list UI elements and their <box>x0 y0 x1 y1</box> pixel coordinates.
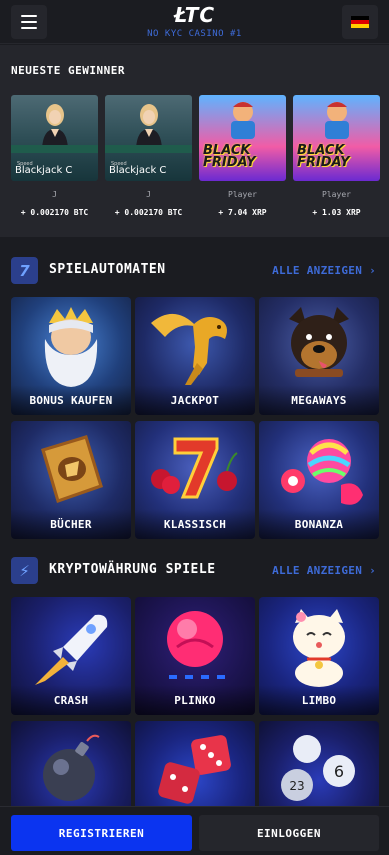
svg-text:23: 23 <box>289 779 304 793</box>
winner-game-thumbnail[interactable]: Speed Blackjack C <box>11 95 98 181</box>
winner-amount: + 7.04 XRP <box>218 208 267 217</box>
crypto-section-title: KRYPTOWÄHRUNG SPIELE <box>49 562 216 577</box>
winner-card[interactable]: BLACK FRIDAY Player + 1.03 XRP <box>293 95 380 217</box>
zeus-icon <box>44 307 98 387</box>
site-logo[interactable]: ŁTC <box>0 3 389 27</box>
lucky-seven-icon <box>151 437 238 499</box>
winner-game-title: BLACK FRIDAY <box>297 143 350 170</box>
category-tile-bonus-kaufen[interactable]: BONUS KAUFEN <box>11 297 131 415</box>
game-tile-crash[interactable]: CRASH <box>11 597 131 715</box>
tile-label: LIMBO <box>259 685 379 715</box>
dealer-icon <box>136 104 162 149</box>
winner-game-thumbnail[interactable]: BLACK FRIDAY <box>199 95 286 181</box>
dice-icon <box>158 735 231 804</box>
winner-card[interactable]: Speed Blackjack C J + 0.002170 BTC <box>105 95 192 217</box>
chevron-right-icon: › <box>369 564 376 577</box>
tile-label: MEGAWAYS <box>259 385 379 415</box>
latest-winners-title: NEUESTE GEWINNER <box>11 64 125 77</box>
svg-text:6: 6 <box>334 762 344 781</box>
chevron-right-icon: › <box>369 264 376 277</box>
rocket-icon <box>35 614 108 685</box>
lottery-balls-icon: 6 23 <box>281 735 355 801</box>
category-tile-megaways[interactable]: MEGAWAYS <box>259 297 379 415</box>
winner-game-title: BLACK FRIDAY <box>203 143 256 170</box>
register-button[interactable]: REGISTRIEREN <box>11 815 192 851</box>
bomb-icon <box>43 734 100 801</box>
game-tile-plinko[interactable]: PLINKO <box>135 597 255 715</box>
dog-icon <box>289 307 349 377</box>
category-tile-jackpot[interactable]: JACKPOT <box>135 297 255 415</box>
winner-card[interactable]: Speed Blackjack C J + 0.002170 BTC <box>11 95 98 217</box>
winner-player-name: J <box>52 190 57 199</box>
game-tile-limbo[interactable]: LIMBO <box>259 597 379 715</box>
lightning-icon: ⚡ <box>11 557 38 584</box>
shopper-character-icon <box>231 102 255 139</box>
winner-card[interactable]: BLACK FRIDAY Player + 7.04 XRP <box>199 95 286 217</box>
category-tile-klassisch[interactable]: KLASSISCH <box>135 421 255 539</box>
book-icon <box>41 435 103 503</box>
latest-winners-section: NEUESTE GEWINNER Speed Blackjack C J + 0… <box>0 45 389 237</box>
tile-label: BONUS KAUFEN <box>11 385 131 415</box>
winner-player-name: Player <box>228 190 257 199</box>
slots-view-all-link[interactable]: ALLE ANZEIGEN › <box>272 264 376 277</box>
slots-seven-icon: 7 <box>11 257 38 284</box>
category-tile-bonanza[interactable]: BONANZA <box>259 421 379 539</box>
shopper-character-icon <box>325 102 349 139</box>
tile-label: PLINKO <box>135 685 255 715</box>
crypto-section-header: ⚡ KRYPTOWÄHRUNG SPIELE ALLE ANZEIGEN › <box>0 553 389 589</box>
winner-game-title: Speed Blackjack C <box>109 161 167 176</box>
winner-player-name: Player <box>322 190 351 199</box>
lucky-cat-icon <box>293 609 345 687</box>
winner-game-thumbnail[interactable]: BLACK FRIDAY <box>293 95 380 181</box>
plinko-ball-icon <box>167 611 225 679</box>
dealer-icon <box>42 104 68 149</box>
tile-label: BÜCHER <box>11 509 131 539</box>
slots-section-title: SPIELAUTOMATEN <box>49 262 166 277</box>
bottom-action-bar: REGISTRIEREN EINLOGGEN <box>0 806 389 855</box>
tile-label: JACKPOT <box>135 385 255 415</box>
tile-label: CRASH <box>11 685 131 715</box>
winner-amount: + 0.002170 BTC <box>20 208 89 217</box>
crypto-view-all-link[interactable]: ALLE ANZEIGEN › <box>272 564 376 577</box>
category-tile-buecher[interactable]: BÜCHER <box>11 421 131 539</box>
tile-label: KLASSISCH <box>135 509 255 539</box>
slots-section-header: 7 SPIELAUTOMATEN ALLE ANZEIGEN › <box>0 253 389 289</box>
winner-amount: + 0.002170 BTC <box>114 208 183 217</box>
tile-label: BONANZA <box>259 509 379 539</box>
site-tagline: NO KYC CASINO #1 <box>147 29 242 39</box>
winner-game-thumbnail[interactable]: Speed Blackjack C <box>105 95 192 181</box>
winner-game-title: Speed Blackjack C <box>15 161 73 176</box>
pegasus-icon <box>151 313 227 385</box>
language-selector[interactable] <box>342 5 378 39</box>
winner-player-name: J <box>146 190 151 199</box>
candy-icon <box>281 439 363 505</box>
login-button[interactable]: EINLOGGEN <box>199 815 379 851</box>
top-header: ŁTC NO KYC CASINO #1 <box>0 0 389 44</box>
winner-amount: + 1.03 XRP <box>312 208 361 217</box>
german-flag-icon <box>351 16 369 28</box>
